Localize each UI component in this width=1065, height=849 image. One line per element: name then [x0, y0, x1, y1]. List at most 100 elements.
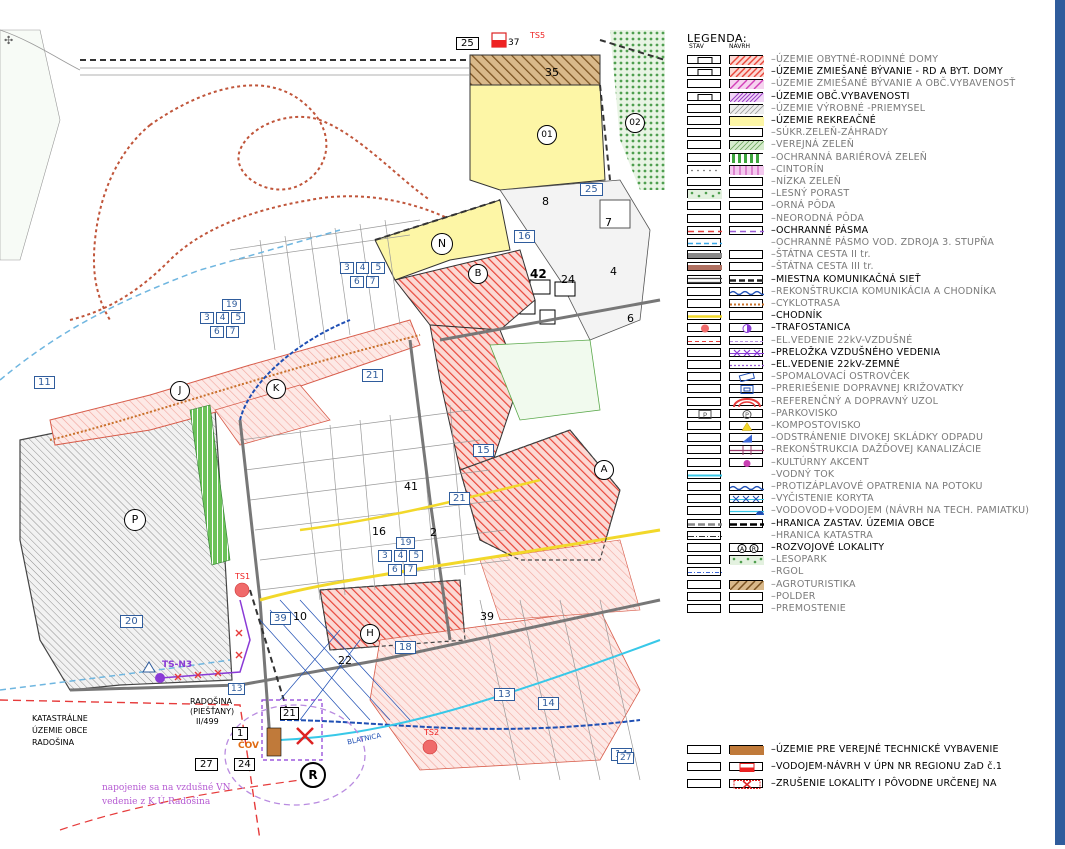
legend-label: NEORODNÁ PÔDA — [771, 213, 864, 225]
legend-symbol — [687, 421, 721, 430]
map-box-number: 21 — [362, 369, 383, 382]
legend-row: ÚZEMIE OBČ.VYBAVENOSTI — [687, 91, 1055, 103]
parcel-grid: 3 4 5 6 7 — [340, 262, 386, 288]
legend-symbol — [687, 433, 721, 443]
map-box-number: 20 — [120, 615, 143, 628]
legend-symbol — [729, 286, 764, 296]
legend-row: KOMPOSTOVISKO — [687, 420, 1055, 432]
legend-label: ZRUŠENIE LOKALITY I PÔVODNE URČENEJ NA — [771, 778, 997, 790]
legend-symbol — [687, 555, 721, 565]
window-frame-edge — [1055, 0, 1065, 845]
legend-symbol — [687, 745, 721, 754]
map-number: 37 — [508, 38, 520, 48]
legend-row: HRANICA ZASTAV. ÚZEMIA OBCE — [687, 518, 1055, 530]
legend-label: LESNÝ PORAST — [771, 188, 849, 200]
map-box-number: 24 — [234, 758, 255, 771]
legend-row: LESNÝ PORAST — [687, 188, 1055, 200]
locality-label: R — [300, 762, 326, 788]
map-box-number: 16 — [514, 230, 535, 243]
legend-symbol — [729, 469, 763, 479]
legend-symbol — [729, 372, 763, 383]
legend-symbol — [729, 396, 763, 407]
legend-symbol — [729, 421, 763, 431]
legend-symbol — [687, 116, 721, 125]
legend-label: ÚZEMIE VÝROBNÉ -PRIEMYSEL — [771, 103, 925, 115]
locality-label: N — [431, 233, 453, 255]
legend-row: VODOVOD+VODOJEM (NÁVRH NA TECH. PAMIATKU… — [687, 505, 1055, 517]
legend-row: PREMOSTENIE — [687, 603, 1055, 615]
legend-symbol — [729, 445, 764, 456]
legend-row: RGOL — [687, 566, 1055, 578]
legend-symbol — [729, 762, 763, 772]
legend-symbol — [687, 55, 721, 64]
legend-symbol — [729, 225, 764, 235]
legend-row: P P PARKOVISKO — [687, 408, 1055, 420]
map-box-number: 21 — [449, 492, 470, 505]
legend-row: TRAFOSTANICA — [687, 322, 1055, 334]
legend-symbol — [687, 103, 721, 113]
map-number: 35 — [545, 66, 559, 79]
legend-symbol — [729, 152, 764, 163]
legend-row: ÚZEMIE VÝROBNÉ -PRIEMYSEL — [687, 103, 1055, 115]
legend-symbol — [687, 79, 721, 89]
legend-symbol — [729, 530, 763, 540]
legend-label: EL.VEDENIE 22kV-VZDUŠNÉ — [771, 335, 912, 347]
legend-symbol: AR — [729, 543, 763, 553]
legend-symbol — [729, 299, 764, 308]
legend-symbol — [729, 604, 763, 613]
map-box-number: 13 — [228, 683, 246, 695]
legend-label: EL.VEDENIE 22kV-ZEMNÉ — [771, 359, 900, 371]
legend-symbol — [729, 91, 764, 102]
legend-row: ÚZEMIE OBYTNÉ-RODINNÉ DOMY — [687, 54, 1055, 66]
legend-symbol — [729, 494, 764, 504]
legend-row: ODSTRÁNENIE DIVOKEJ SKLÁDKY ODPADU — [687, 432, 1055, 444]
legend-row: VODNÝ TOK — [687, 469, 1055, 481]
legend-symbol — [729, 506, 764, 516]
legend-label: OCHRANNÁ BARIÉROVÁ ZELEŇ — [771, 152, 927, 164]
legend-label: REFERENČNÝ A DOPRAVNÝ UZOL — [771, 396, 938, 408]
svg-text:P: P — [703, 411, 707, 419]
parcel-grid: 19 3 4 5 6 7 — [200, 299, 246, 338]
legend-symbol — [729, 347, 764, 357]
legend-label: ŠTÁTNA CESTA III tr. — [771, 261, 874, 273]
map-number: 10 — [293, 610, 307, 623]
legend-row: ORNÁ PÔDA — [687, 200, 1055, 212]
legend-symbol — [729, 128, 763, 138]
legend-symbol — [687, 286, 721, 296]
legend-symbol — [687, 762, 721, 771]
legend-symbol — [729, 55, 764, 65]
legend-label: ŠTÁTNA CESTA II tr. — [771, 249, 871, 261]
map-box-number: 25 — [580, 183, 603, 196]
legend-row: VEREJNÁ ZELEŇ — [687, 139, 1055, 151]
compass-icon: ✣ — [4, 34, 14, 47]
legend-row: PROTIZÁPLAVOVÉ OPATRENIA NA POTOKU — [687, 481, 1055, 493]
legend-row: REKONŠTRUKCIA KOMUNIKÁCIA A CHODNÍKA — [687, 286, 1055, 298]
map-number: 22 — [338, 654, 352, 667]
locality-label: 02 — [625, 113, 645, 133]
legend-symbol — [729, 745, 764, 755]
legend-row: NEORODNÁ PÔDA — [687, 213, 1055, 225]
road-label: RADOŠINA (PIEŠŤANY) II/499 — [190, 697, 235, 726]
zoning-map[interactable]: 01 02 N B K J P H A R 8 42 24 7 4 6 35 4… — [0, 0, 666, 845]
map-number: 41 — [404, 480, 418, 493]
legend-row: VYČISTENIE KORYTA — [687, 493, 1055, 505]
legend-symbol — [729, 567, 763, 577]
legend-label: PROTIZÁPLAVOVÉ OPATRENIA NA POTOKU — [771, 481, 983, 493]
legend-symbol — [729, 103, 764, 114]
locality-label: A — [594, 460, 614, 480]
legend-label: ÚZEMIE PRE VEREJNÉ TECHNICKÉ VYBAVENIE — [771, 744, 999, 756]
map-box-number: 1 — [232, 727, 249, 740]
legend-label: VYČISTENIE KORYTA — [771, 493, 874, 505]
legend-label: MIESTNA KOMUNIKAČNÁ SIEŤ — [771, 274, 921, 286]
legend-row-extra: ZRUŠENIE LOKALITY I PÔVODNE URČENEJ NA — [687, 778, 1055, 790]
legend-label: TRAFOSTANICA — [771, 322, 850, 334]
legend-symbol: P — [729, 408, 763, 419]
legend-label: ÚZEMIE ZMIEŠANÉ BÝVANIE A OBČ.VYBAVENOSŤ — [771, 78, 1015, 90]
legend-row: HRANICA KATASTRA — [687, 530, 1055, 542]
legend-symbol — [687, 518, 722, 528]
svg-text:R: R — [752, 546, 756, 553]
legend-symbol — [729, 274, 764, 284]
legend-row: ŠTÁTNA CESTA III tr. — [687, 261, 1055, 273]
legend-row: CINTORÍN — [687, 164, 1055, 176]
legend-row: ÚZEMIE ZMIEŠANÉ BÝVANIE A OBČ.VYBAVENOSŤ — [687, 78, 1055, 90]
